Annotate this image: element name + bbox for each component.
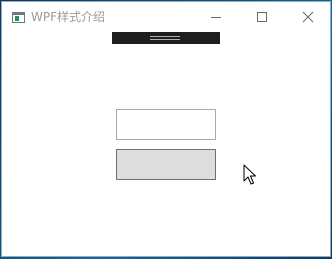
toolbar-strip[interactable] <box>112 32 220 44</box>
mouse-pointer-icon <box>243 164 256 185</box>
app-window: WPF样式介绍 <box>1 1 331 257</box>
title-bar[interactable]: WPF样式介绍 <box>2 2 330 32</box>
window-title: WPF样式介绍 <box>31 10 106 24</box>
text-input[interactable] <box>116 109 216 140</box>
maximize-icon <box>257 12 267 22</box>
close-icon <box>302 11 314 23</box>
window-app-icon <box>12 12 25 23</box>
drag-grip-icon <box>150 36 180 40</box>
action-button[interactable] <box>116 149 216 180</box>
minimize-icon <box>211 17 221 18</box>
minimize-button[interactable] <box>193 2 239 32</box>
maximize-button[interactable] <box>239 2 285 32</box>
close-button[interactable] <box>285 2 331 32</box>
